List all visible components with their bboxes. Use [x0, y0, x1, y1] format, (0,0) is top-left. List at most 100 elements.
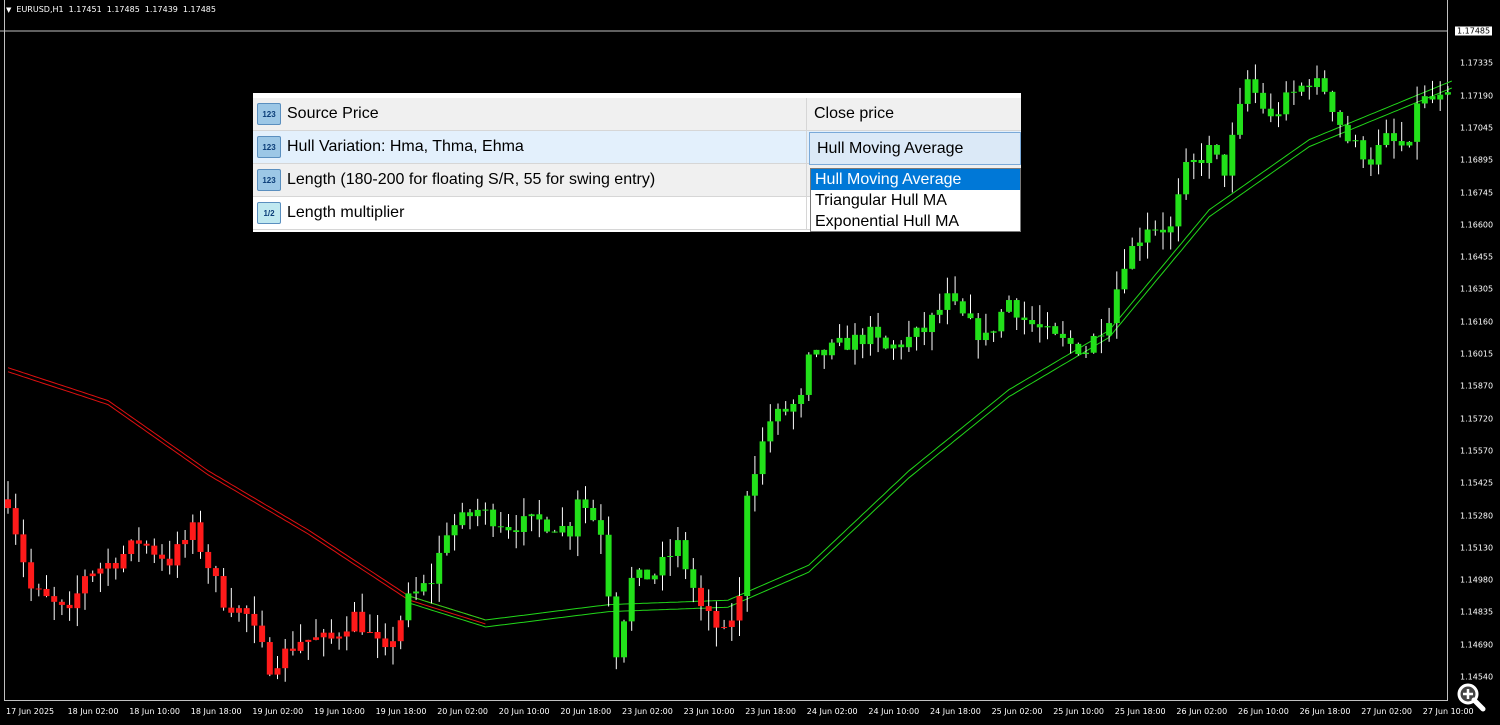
candle [259, 610, 266, 648]
open-value: 1.17451 [68, 5, 102, 14]
option-hull-moving-average[interactable]: Hull Moving Average [811, 169, 1020, 190]
candle [1098, 319, 1105, 354]
candle-body [35, 588, 42, 590]
time-label: 23 Jun 02:00 [622, 707, 673, 716]
candle-body [982, 332, 989, 341]
candle-body [559, 525, 566, 533]
candle [1421, 85, 1428, 109]
option-exponential-hull-ma[interactable]: Exponential Hull MA [811, 211, 1020, 232]
candle [343, 616, 350, 651]
candle-body [1075, 343, 1082, 355]
candle-body [574, 499, 581, 537]
candle [1036, 305, 1043, 343]
candle [821, 349, 828, 369]
candle-body [628, 577, 635, 622]
candle [767, 404, 774, 453]
candle-body [836, 337, 843, 343]
candle-body [898, 344, 905, 348]
candle-body [1352, 140, 1359, 142]
candle-body [1121, 268, 1128, 290]
candle-body [1367, 159, 1374, 165]
candle-body [1006, 300, 1012, 312]
candle-body [74, 593, 81, 609]
candle [197, 510, 204, 559]
candle-body [1167, 226, 1174, 233]
candle [944, 277, 951, 325]
input-name: Length (180-200 for floating S/R, 55 for… [287, 171, 656, 188]
candle [967, 294, 974, 320]
candle-body [1136, 242, 1143, 247]
candle-body [567, 525, 574, 537]
candle-body [975, 318, 982, 341]
candle-body [89, 573, 96, 577]
candle-body [1067, 337, 1074, 344]
candle-body [420, 583, 427, 592]
option-triangular-hull-ma[interactable]: Triangular Hull MA [811, 190, 1020, 211]
candle [1437, 81, 1444, 111]
time-label: 25 Jun 18:00 [1114, 707, 1166, 716]
dropdown-triangle-icon[interactable]: ▼ [6, 6, 11, 14]
hma-down-line [7, 367, 486, 621]
candle-body [921, 327, 928, 333]
candle [913, 326, 920, 351]
candle-body [813, 349, 820, 355]
candle-body [1267, 108, 1274, 117]
candle [1175, 178, 1182, 242]
candle [536, 499, 543, 538]
candle [1383, 119, 1390, 148]
candle [1306, 79, 1313, 100]
candle-body [1113, 289, 1120, 324]
candle-body [366, 632, 373, 634]
candle-body [613, 596, 620, 658]
candle-body [536, 514, 543, 520]
time-label: 26 Jun 18:00 [1299, 707, 1351, 716]
price-label: 1.16160 [1460, 317, 1494, 327]
candle-body [1129, 246, 1136, 269]
candle [852, 323, 858, 365]
input-row-source-price[interactable]: 123 Source Price Close price [253, 98, 1021, 131]
candle [790, 399, 797, 430]
candle-body [1437, 94, 1444, 100]
candle-body [1021, 317, 1028, 321]
candle-body [135, 540, 142, 544]
candle-body [682, 540, 689, 570]
time-label: 20 Jun 18:00 [560, 707, 612, 716]
candle [990, 330, 997, 342]
candle [320, 628, 327, 657]
time-label: 19 Jun 18:00 [375, 707, 427, 716]
candle-body [12, 508, 19, 535]
candle-body [1029, 320, 1036, 325]
price-label: 1.15720 [1460, 414, 1494, 424]
candle-body [520, 516, 527, 532]
candle-body [1337, 112, 1344, 125]
candle [805, 352, 812, 402]
candle [628, 566, 635, 631]
candle [828, 339, 835, 360]
input-value[interactable]: Close price [807, 105, 894, 123]
candle [651, 573, 658, 584]
candle-body [313, 637, 319, 640]
hull-variation-select[interactable]: Hull Moving Average [809, 132, 1021, 165]
candle [905, 320, 912, 352]
candle-body [1429, 96, 1436, 100]
candle-body [205, 551, 212, 569]
candle-body [82, 576, 88, 594]
candle [182, 530, 189, 558]
time-label: 17 Jun 2025 [6, 707, 55, 716]
candle-body [413, 591, 420, 594]
candle-body [428, 583, 435, 585]
candle-body [251, 613, 258, 626]
candle [667, 539, 674, 576]
candle [243, 605, 250, 633]
candle [813, 349, 820, 358]
candle [744, 490, 751, 612]
candle-body [105, 563, 112, 569]
candle [297, 624, 304, 654]
candle-body [728, 620, 735, 627]
candle-body [1290, 91, 1297, 93]
magnifier-zoom-icon[interactable] [1456, 682, 1486, 712]
time-label: 18 Jun 18:00 [190, 707, 242, 716]
candle [736, 577, 743, 637]
candle [1267, 93, 1274, 123]
candle-body [490, 509, 497, 527]
